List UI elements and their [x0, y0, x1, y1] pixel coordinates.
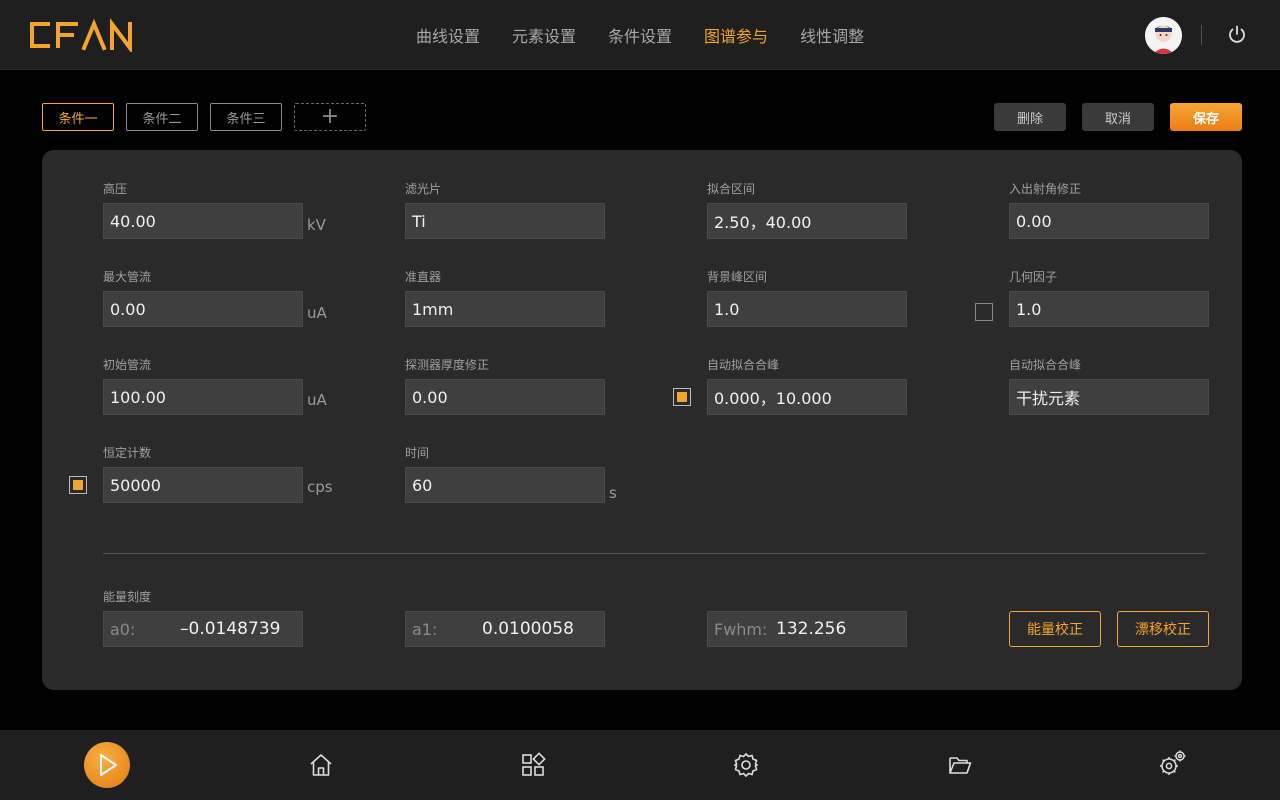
delete-button[interactable]: 删除 — [994, 103, 1066, 131]
tab-condition-1[interactable]: 条件一 — [42, 103, 114, 131]
header-divider — [1201, 25, 1202, 45]
max-current-label: 最大管流 — [103, 270, 152, 284]
nav-condition-settings[interactable]: 条件设置 — [608, 23, 672, 47]
a0-field[interactable]: a0: –0.0148739 — [103, 611, 303, 647]
power-icon[interactable] — [1226, 24, 1248, 46]
play-icon — [100, 754, 117, 776]
advanced-settings-icon[interactable] — [1158, 748, 1188, 778]
section-divider — [103, 553, 1206, 554]
init-current-unit: uA — [307, 391, 327, 409]
high-voltage-unit: kV — [307, 216, 326, 234]
auto-fit-peak-input[interactable]: 0.000，10.000 — [707, 379, 907, 415]
cfan-logo — [30, 18, 132, 52]
auto-fit-peak-label: 自动拟合合峰 — [707, 358, 780, 372]
nav-curve-settings[interactable]: 曲线设置 — [416, 23, 480, 47]
const-count-checkbox[interactable] — [69, 476, 87, 494]
const-count-input[interactable]: 50000 — [103, 467, 303, 503]
avatar[interactable] — [1145, 17, 1182, 54]
geometry-factor-label: 几何因子 — [1009, 270, 1058, 284]
fwhm-field[interactable]: Fwhm: 132.256 — [707, 611, 907, 647]
tab-condition-2[interactable]: 条件二 — [126, 103, 198, 131]
a0-prefix: a0: — [110, 619, 136, 639]
a0-value: –0.0148739 — [180, 619, 281, 639]
detector-thickness-label: 探测器厚度修正 — [405, 358, 490, 372]
energy-calibration-button[interactable]: 能量校正 — [1009, 611, 1101, 647]
drift-calibration-button[interactable]: 漂移校正 — [1117, 611, 1209, 647]
const-count-label: 恒定计数 — [103, 446, 152, 460]
home-icon[interactable] — [308, 752, 334, 778]
init-current-label: 初始管流 — [103, 358, 152, 372]
time-label: 时间 — [405, 446, 430, 460]
fit-range-label: 拟合区间 — [707, 182, 756, 196]
high-voltage-label: 高压 — [103, 182, 128, 196]
save-button[interactable]: 保存 — [1170, 103, 1242, 131]
folder-icon[interactable] — [947, 752, 973, 778]
auto-fit-peak2-label: 自动拟合合峰 — [1009, 358, 1082, 372]
bg-peak-range-label: 背景峰区间 — [707, 270, 768, 284]
collimator-label: 准直器 — [405, 270, 442, 284]
time-unit: s — [609, 484, 617, 502]
max-current-unit: uA — [307, 304, 327, 322]
collimator-input[interactable]: 1mm — [405, 291, 605, 327]
nav-linear-adjust[interactable]: 线性调整 — [800, 23, 864, 47]
detector-thickness-input[interactable]: 0.00 — [405, 379, 605, 415]
filter-label: 滤光片 — [405, 182, 442, 196]
high-voltage-input[interactable]: 40.00 — [103, 203, 303, 239]
cancel-button[interactable]: 取消 — [1082, 103, 1154, 131]
angle-correction-input[interactable]: 0.00 — [1009, 203, 1209, 239]
tab-condition-3[interactable]: 条件三 — [210, 103, 282, 131]
init-current-input[interactable]: 100.00 — [103, 379, 303, 415]
interference-element-input[interactable]: 干扰元素 — [1009, 379, 1209, 415]
add-condition-button[interactable]: + — [294, 103, 366, 131]
avatar-illustration-icon — [1145, 17, 1182, 54]
geometry-factor-checkbox[interactable] — [975, 303, 993, 321]
auto-fit-peak-checkbox[interactable] — [673, 388, 691, 406]
a1-prefix: a1: — [412, 619, 438, 639]
main-nav: 曲线设置 元素设置 条件设置 图谱参与 线性调整 — [400, 0, 880, 70]
a1-field[interactable]: a1: 0.0100058 — [405, 611, 605, 647]
fwhm-value: 132.256 — [776, 619, 847, 639]
a1-value: 0.0100058 — [482, 619, 574, 639]
bottom-bar — [0, 730, 1280, 800]
energy-scale-label: 能量刻度 — [103, 590, 152, 604]
time-input[interactable]: 60 — [405, 467, 605, 503]
apps-icon[interactable] — [520, 752, 546, 778]
play-button[interactable] — [84, 742, 130, 788]
nav-element-settings[interactable]: 元素设置 — [512, 23, 576, 47]
settings-icon[interactable] — [733, 752, 759, 778]
fit-range-input[interactable]: 2.50，40.00 — [707, 203, 907, 239]
geometry-factor-input[interactable]: 1.0 — [1009, 291, 1209, 327]
max-current-input[interactable]: 0.00 — [103, 291, 303, 327]
top-bar: 曲线设置 元素设置 条件设置 图谱参与 线性调整 — [0, 0, 1280, 70]
const-count-unit: cps — [307, 478, 333, 496]
nav-spectrum-params[interactable]: 图谱参与 — [704, 23, 768, 47]
fwhm-prefix: Fwhm: — [714, 619, 768, 639]
filter-input[interactable]: Ti — [405, 203, 605, 239]
angle-correction-label: 入出射角修正 — [1009, 182, 1082, 196]
bg-peak-range-input[interactable]: 1.0 — [707, 291, 907, 327]
